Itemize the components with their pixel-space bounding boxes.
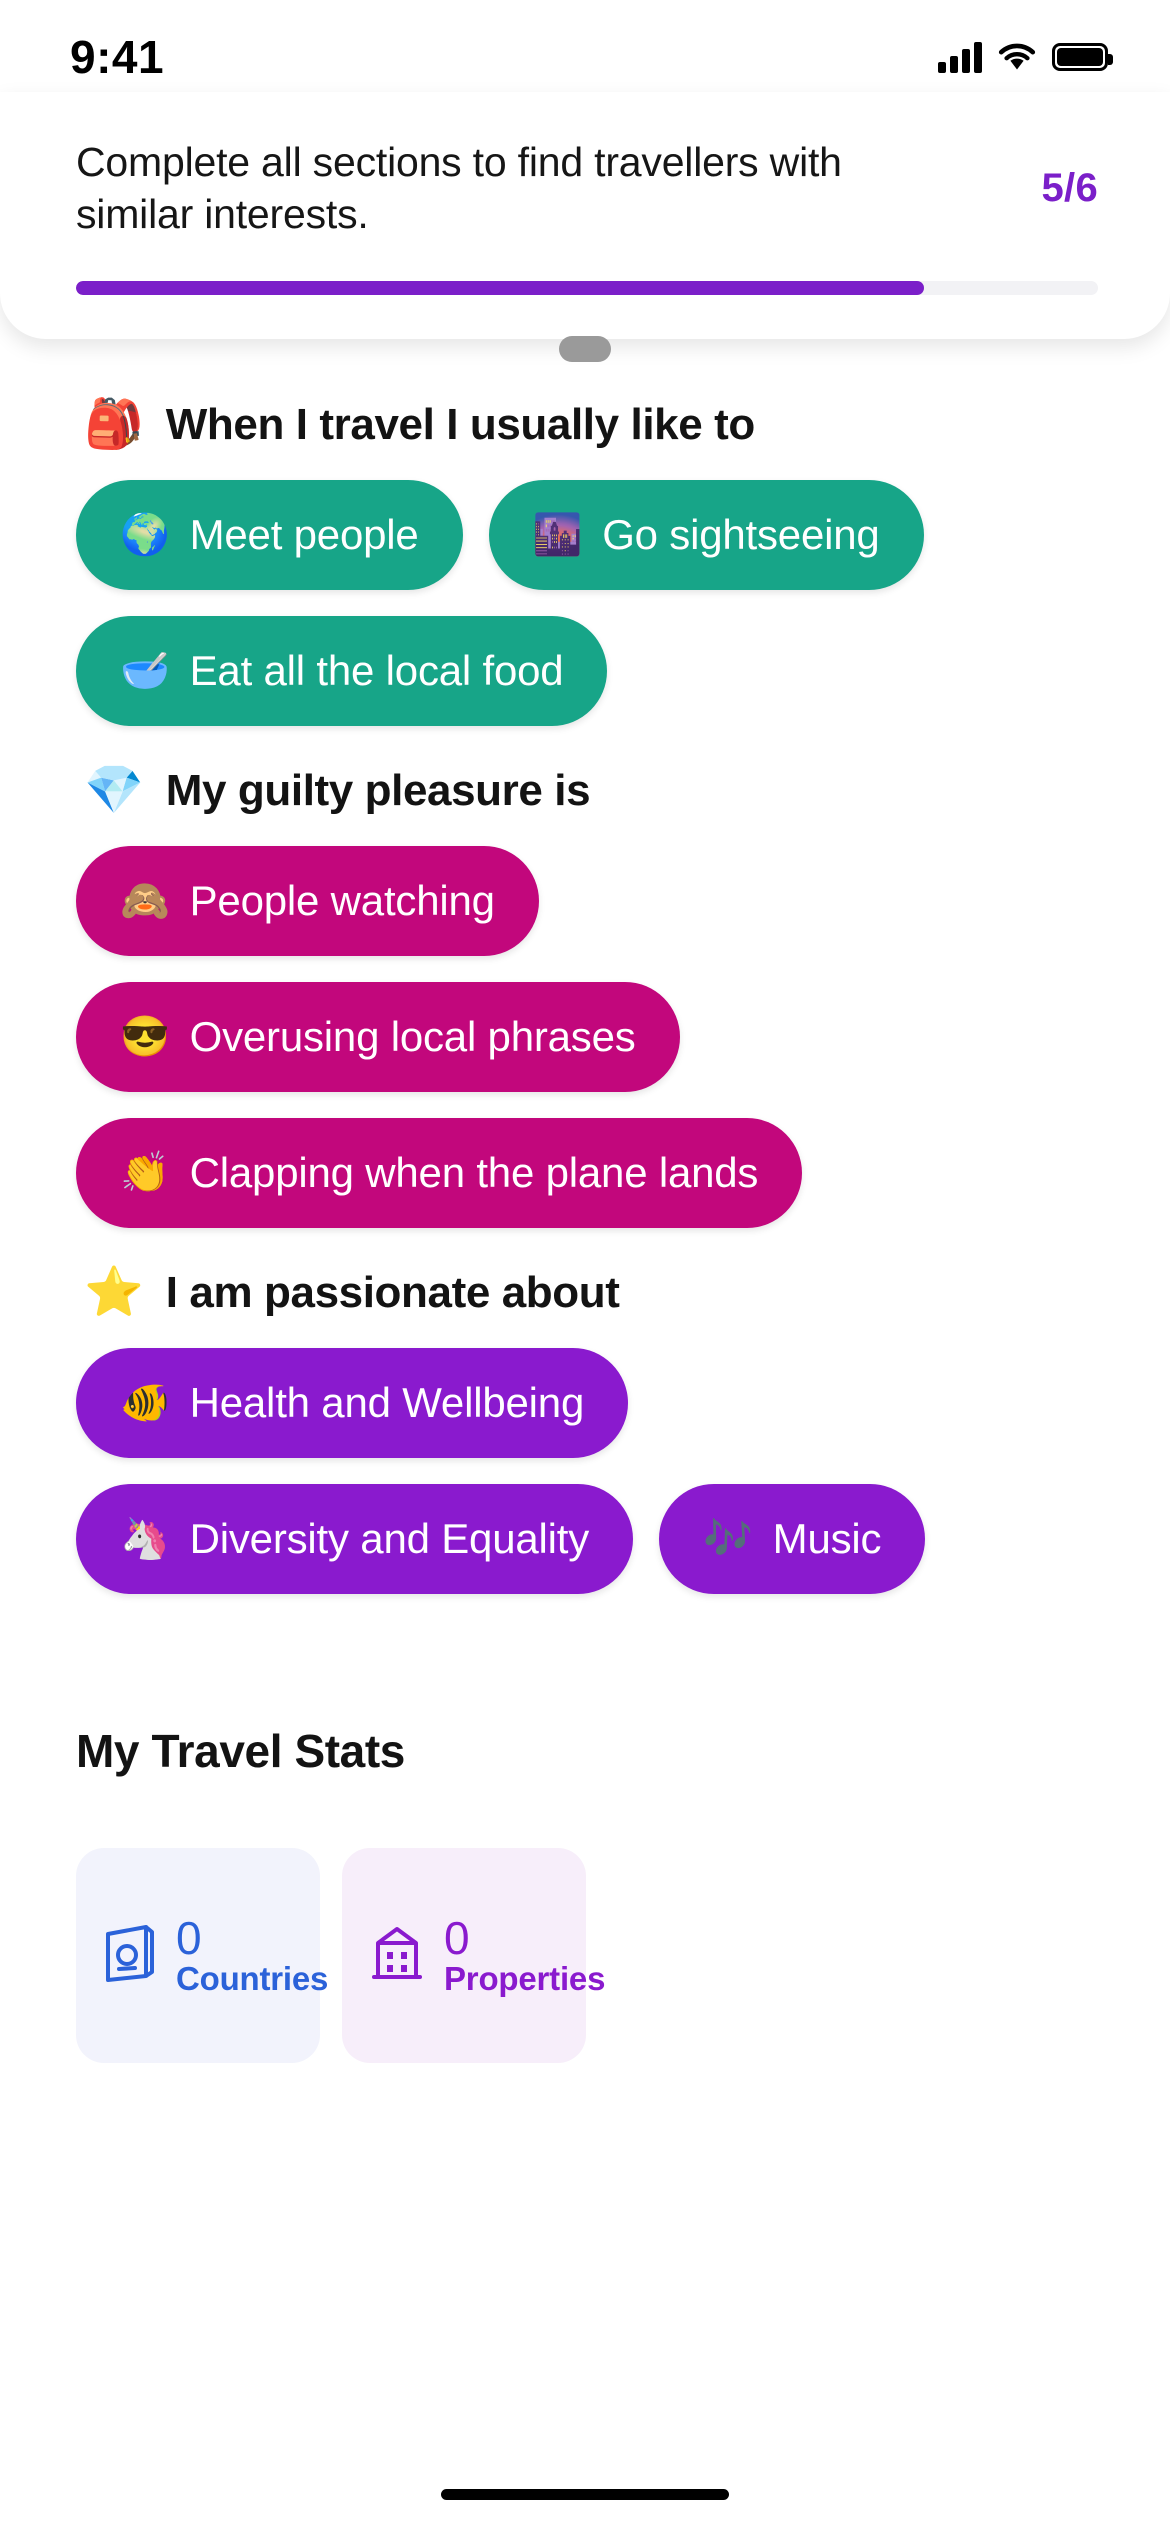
- globe-europe-africa-emoji: 🌍: [120, 513, 170, 557]
- status-bar: 9:41: [0, 0, 1170, 92]
- section-title: When I travel I usually like to: [165, 400, 756, 449]
- travel-stat-value: 0: [444, 1912, 470, 1965]
- sheet-drag-handle[interactable]: [559, 336, 611, 362]
- musical-notes-emoji: 🎶: [703, 1517, 753, 1561]
- wifi-icon: [998, 42, 1036, 72]
- property-building-icon: [368, 1923, 426, 1988]
- status-bar-clock: 9:41: [70, 31, 165, 83]
- interest-section: 🎒 When I travel I usually like to 🌍 Meet pe…: [76, 400, 1094, 726]
- see-no-evil-monkey-emoji: 🙈: [120, 879, 170, 923]
- interest-section: 💎 My guilty pleasure is 🙈 People watching 😎 O…: [76, 766, 1094, 1228]
- app-screen: 9:41 Complete all sections to find trave…: [0, 0, 1170, 2532]
- chip-row: 🙈 People watching: [76, 846, 1094, 956]
- chip-row: 👏 Clapping when the plane lands: [76, 1118, 1094, 1228]
- section-header: 🎒 When I travel I usually like to: [84, 400, 1094, 450]
- battery-full-icon: [1052, 43, 1113, 71]
- section-title: I am passionate about: [165, 1268, 620, 1317]
- travel-stats-title: My Travel Stats: [76, 1725, 405, 1777]
- progress-message: Complete all sections to find travellers…: [76, 139, 842, 238]
- interest-chip[interactable]: 👏 Clapping when the plane lands: [76, 1118, 803, 1228]
- interest-chip[interactable]: 🦄 Diversity and Equality: [76, 1484, 634, 1594]
- unicorn-emoji: 🦄: [120, 1517, 170, 1561]
- travel-stat-text: 0 Properties: [444, 1914, 605, 1997]
- chip-row: 🥣 Eat all the local food: [76, 616, 1094, 726]
- travel-stats-cards: 0 Countries 0 Properties: [76, 1848, 1094, 2063]
- interest-sections: 🎒 When I travel I usually like to 🌍 Meet pe…: [76, 400, 1094, 1594]
- interest-chip-label: Diversity and Equality: [189, 1515, 590, 1562]
- travel-stat-label: Countries: [176, 1960, 329, 1998]
- interest-chip-label: Eat all the local food: [189, 647, 564, 694]
- section-header: 💎 My guilty pleasure is: [84, 766, 1094, 816]
- progress-header-row: Complete all sections to find travellers…: [76, 136, 1098, 241]
- travel-stat-card[interactable]: 0 Properties: [342, 1848, 605, 2063]
- interest-chip-label: Meet people: [189, 511, 419, 558]
- chip-row: 🦄 Diversity and Equality 🎶 Music: [76, 1484, 1094, 1594]
- interest-chip-label: People watching: [189, 877, 495, 924]
- travel-stat-label: Properties: [444, 1960, 606, 1998]
- gem-stone-emoji: 💎: [84, 764, 144, 817]
- clapping-hands-emoji: 👏: [120, 1151, 170, 1195]
- interest-chip[interactable]: 🐠 Health and Wellbeing: [76, 1348, 629, 1458]
- interest-chip[interactable]: 🎶 Music: [659, 1484, 926, 1594]
- travel-stat-value: 0: [176, 1912, 202, 1965]
- home-indicator[interactable]: [441, 2489, 729, 2500]
- chip-row: 🌍 Meet people 🌆 Go sightseeing: [76, 480, 1094, 590]
- tropical-fish-emoji: 🐠: [120, 1381, 170, 1425]
- backpack-emoji: 🎒: [84, 398, 144, 451]
- cityscape-at-dusk-emoji: 🌆: [532, 513, 583, 557]
- interest-chip-label: Clapping when the plane lands: [189, 1149, 759, 1196]
- chip-row: 😎 Overusing local phrases: [76, 982, 1094, 1092]
- section-title: My guilty pleasure is: [165, 766, 591, 815]
- travel-stats-section: My Travel Stats 0 Countries 0 Properties: [76, 1724, 1094, 2063]
- profile-content: 🎒 When I travel I usually like to 🌍 Meet pe…: [0, 360, 1170, 2063]
- interest-chip-label: Overusing local phrases: [189, 1013, 636, 1060]
- smiling-face-with-sunglasses-emoji: 😎: [120, 1015, 170, 1059]
- interest-chip-label: Music: [772, 1515, 882, 1562]
- progress-count-badge: 5/6: [1041, 166, 1098, 210]
- bowl-with-spoon-emoji: 🥣: [120, 649, 170, 693]
- interest-chip[interactable]: 🥣 Eat all the local food: [76, 616, 608, 726]
- interest-chip-label: Go sightseeing: [602, 511, 880, 558]
- interest-chip[interactable]: 🌍 Meet people: [76, 480, 463, 590]
- interest-chip[interactable]: 🌆 Go sightseeing: [488, 480, 924, 590]
- progress-header-card: Complete all sections to find travellers…: [0, 92, 1170, 339]
- chip-row: 🐠 Health and Wellbeing: [76, 1348, 1094, 1458]
- travel-stat-text: 0 Countries: [176, 1914, 328, 1997]
- star-emoji: ⭐: [84, 1266, 144, 1319]
- status-bar-indicators: [938, 41, 1113, 73]
- interest-section: ⭐ I am passionate about 🐠 Health and Wellbe…: [76, 1268, 1094, 1594]
- section-header: ⭐ I am passionate about: [84, 1268, 1094, 1318]
- progress-bar-track: [76, 280, 1098, 295]
- interest-chip[interactable]: 🙈 People watching: [76, 846, 539, 956]
- progress-bar-fill: [76, 280, 925, 295]
- passport-icon: [102, 1922, 158, 1989]
- interest-chip[interactable]: 😎 Overusing local phrases: [76, 982, 680, 1092]
- cellular-bars-icon: [938, 41, 982, 73]
- travel-stat-card[interactable]: 0 Countries: [76, 1848, 328, 2063]
- interest-chip-label: Health and Wellbeing: [189, 1379, 585, 1426]
